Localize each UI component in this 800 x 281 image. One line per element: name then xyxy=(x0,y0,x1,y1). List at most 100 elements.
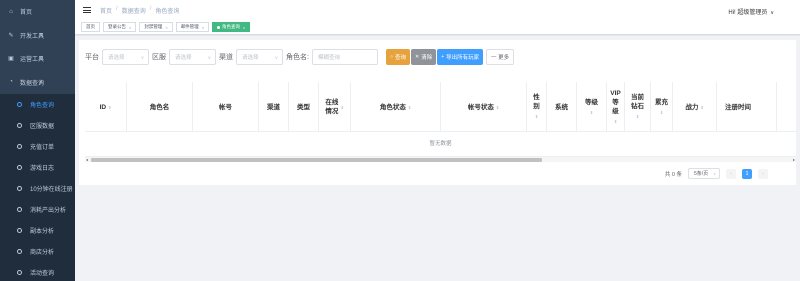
close-icon[interactable]: × xyxy=(165,25,167,30)
column-label: 类型 xyxy=(297,103,310,111)
sidebar-item-label: 区服数据 xyxy=(30,124,55,130)
close-icon[interactable]: × xyxy=(129,25,131,30)
column-header-level[interactable]: 等级 ⇕ xyxy=(577,82,607,132)
sidebar-item-label: 角色查询 xyxy=(30,103,55,109)
chevron-down-icon: ∨ xyxy=(713,171,716,176)
tag-role-query[interactable]: 角色查询 × xyxy=(212,22,251,32)
chevron-down-icon: ∨ xyxy=(140,55,144,60)
user-menu[interactable]: Hi! 超级管理员 ∨ xyxy=(728,7,774,16)
server-label: 区服 xyxy=(152,54,166,61)
server-select[interactable]: 请选择 ∨ xyxy=(169,49,216,65)
column-header-register-time[interactable]: 注册时间 xyxy=(717,82,777,132)
sort-icon[interactable]: ⇕ xyxy=(590,108,593,117)
scroll-left-icon[interactable]: ◂ xyxy=(86,157,88,162)
column-header-online-status[interactable]: 在线情况 ⇕ xyxy=(319,82,351,132)
tag-home[interactable]: 首页 xyxy=(81,22,100,32)
sort-icon[interactable]: ⇕ xyxy=(660,108,663,117)
sidebar-item-dungeon-analysis[interactable]: 副本分析 xyxy=(0,220,75,241)
navbar: 首页 / 数据查询 / 角色查询 Hi! 超级管理员 ∨ xyxy=(75,0,800,20)
close-icon[interactable]: × xyxy=(243,25,245,30)
tag-label: 角色查询 xyxy=(222,24,241,29)
column-label: 系统 xyxy=(555,103,568,111)
circle-icon xyxy=(16,228,22,233)
scrollbar-thumb[interactable] xyxy=(91,158,542,162)
query-button[interactable]: ○ 查询 xyxy=(385,49,410,65)
sort-icon[interactable]: ⇕ xyxy=(636,112,639,121)
tag-mail-management[interactable]: 邮件管理 × xyxy=(175,22,210,32)
export-button-label: 导出所有玩家 xyxy=(446,55,480,61)
channel-placeholder: 请选择 xyxy=(242,55,259,61)
sidebar-item-label: 首页 xyxy=(20,10,33,17)
sort-icon[interactable]: ⇕ xyxy=(614,117,617,126)
sort-icon[interactable]: ⇕ xyxy=(408,103,411,112)
breadcrumb-item[interactable]: 数据查询 xyxy=(122,6,146,15)
sidebar-item-role-query[interactable]: 角色查询 xyxy=(0,94,75,115)
chevron-down-icon: ∨ xyxy=(274,55,278,60)
role-name-placeholder: 模糊查询 xyxy=(317,55,340,61)
circle-icon xyxy=(16,207,22,212)
chevron-left-icon: ‹ xyxy=(730,170,732,177)
circle-icon xyxy=(16,144,22,149)
sidebar: ⌂ 首页 ✎ 开发工具 ∨ ▣ 运营工具 ∨ ◔ 数据查询 ∧ 角色查询 区服数… xyxy=(0,0,75,281)
minus-icon: — xyxy=(491,54,497,60)
sidebar-item-activity-query[interactable]: 活动查询 xyxy=(0,262,75,281)
sort-icon[interactable]: ⇕ xyxy=(700,103,703,112)
breadcrumb-item[interactable]: 首页 xyxy=(100,6,112,15)
active-dot-icon xyxy=(217,25,221,29)
horizontal-scrollbar[interactable]: ◂ ▸ xyxy=(85,156,796,162)
export-all-button[interactable]: + 导出所有玩家 xyxy=(437,49,484,65)
sidebar-item-shop-analysis[interactable]: 商店分析 xyxy=(0,241,75,262)
channel-select[interactable]: 请选择 ∨ xyxy=(236,49,283,65)
sidebar-item-server-data[interactable]: 区服数据 xyxy=(0,115,75,136)
breadcrumb-item: 角色查询 xyxy=(155,8,180,15)
sidebar-item-recharge-orders[interactable]: 充值订单 xyxy=(0,136,75,157)
sidebar-item-online-register[interactable]: 10分钟在线注册 xyxy=(0,178,75,199)
chart-icon: ◔ xyxy=(9,79,13,86)
column-label: 累充 xyxy=(655,98,668,106)
sidebar-item-home[interactable]: ⌂ 首页 xyxy=(0,0,75,24)
column-header-account: 帐号 xyxy=(193,82,259,132)
sidebar-item-game-log[interactable]: 游戏日志 xyxy=(0,157,75,178)
main-content: 平台 请选择 ∨ 区服 请选择 ∨ 渠道 请选择 ∨ 角色名: 模糊查询 ○ 查询 xyxy=(75,36,800,281)
role-name-label: 角色名: xyxy=(286,54,309,61)
close-icon[interactable]: × xyxy=(202,25,204,30)
column-header-total-recharge[interactable]: 累充 ⇕ xyxy=(651,82,673,132)
column-header-role-name: 角色名 xyxy=(127,82,193,132)
table-header: ID ⇕ 角色名 帐号 渠道 类型 在线情况 ⇕ 角色状态 ⇕ 帐号状态 ⇕ 性别 ⇕ 系… xyxy=(85,82,796,132)
column-label: ID xyxy=(99,103,107,111)
scroll-right-icon[interactable]: ▸ xyxy=(793,157,795,162)
column-header-current-diamonds[interactable]: 当前钻石 ⇕ xyxy=(625,82,651,132)
next-page-button[interactable]: › xyxy=(758,168,768,179)
sidebar-submenu: 角色查询 区服数据 充值订单 游戏日志 10分钟在线注册 消耗产出分析 副本分析 xyxy=(0,94,75,281)
role-name-input[interactable]: 模糊查询 xyxy=(311,49,378,65)
column-header-power[interactable]: 战力 ⇕ xyxy=(673,82,717,132)
sidebar-item-ops-tools[interactable]: ▣ 运营工具 ∨ xyxy=(0,47,75,71)
query-card: 平台 请选择 ∨ 区服 请选择 ∨ 渠道 请选择 ∨ 角色名: 模糊查询 ○ 查询 xyxy=(79,40,796,185)
sort-icon[interactable]: ⇕ xyxy=(496,103,499,112)
tag-label: 首页 xyxy=(86,24,95,29)
tag-ban-management[interactable]: 封禁管理 × xyxy=(139,22,173,32)
sort-icon[interactable]: ⇕ xyxy=(108,103,111,112)
column-header-role-status[interactable]: 角色状态 ⇕ xyxy=(351,82,441,132)
hamburger-icon[interactable] xyxy=(83,7,91,13)
more-button[interactable]: — 更多 xyxy=(486,49,515,65)
page-number-current[interactable]: 1 xyxy=(742,168,752,179)
tag-login-notice[interactable]: 登录公告 × xyxy=(103,22,137,32)
prev-page-button[interactable]: ‹ xyxy=(726,168,736,179)
sidebar-item-label: 活动查询 xyxy=(30,271,55,277)
column-header-id[interactable]: ID ⇕ xyxy=(85,82,127,132)
sidebar-item-dev-tools[interactable]: ✎ 开发工具 ∨ xyxy=(0,24,75,48)
page-size-select[interactable]: 5条/页 ∨ xyxy=(688,168,720,179)
clear-button[interactable]: ✕ 清除 xyxy=(411,49,437,65)
column-header-account-status[interactable]: 帐号状态 ⇕ xyxy=(441,82,527,132)
sort-icon[interactable]: ⇕ xyxy=(535,112,538,121)
platform-select[interactable]: 请选择 ∨ xyxy=(102,49,149,65)
circle-icon xyxy=(16,102,22,107)
platform-label: 平台 xyxy=(85,54,99,61)
sidebar-item-consumption-analysis[interactable]: 消耗产出分析 xyxy=(0,199,75,220)
search-icon: ○ xyxy=(389,54,393,60)
column-header-gender[interactable]: 性别 ⇕ xyxy=(527,82,547,132)
sidebar-item-data-query[interactable]: ◔ 数据查询 ∧ xyxy=(0,71,75,95)
column-header-vip-level[interactable]: VIP等级 ⇕ xyxy=(607,82,625,132)
sort-icon[interactable]: ⇕ xyxy=(341,103,344,112)
